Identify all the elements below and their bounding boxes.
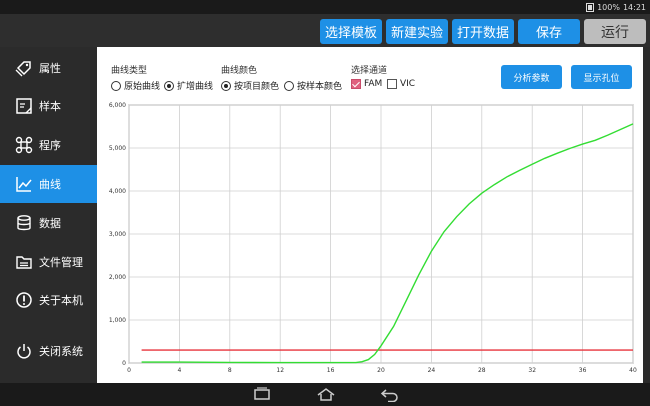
back-icon[interactable] bbox=[380, 387, 400, 402]
x-tick-label: 36 bbox=[579, 367, 587, 374]
fam-label: FAM bbox=[364, 79, 383, 89]
navigation-bar bbox=[0, 383, 650, 406]
color-by-item-label: 按项目颜色 bbox=[234, 82, 280, 92]
show-wells-button[interactable]: 显示孔位 bbox=[571, 65, 632, 89]
curve-type-title: 曲线类型 bbox=[111, 66, 148, 76]
checkbox-box bbox=[351, 79, 361, 89]
sidebar-item-data[interactable]: 数据 bbox=[0, 204, 97, 242]
x-tick-label: 8 bbox=[228, 367, 232, 374]
sample-icon bbox=[15, 97, 33, 115]
status-bar: 100% 14:21 bbox=[0, 0, 650, 14]
sidebar-item-label: 样本 bbox=[39, 100, 61, 113]
curve-color-title: 曲线颜色 bbox=[221, 66, 258, 76]
y-tick-label: 6,000 bbox=[109, 102, 126, 109]
program-icon bbox=[15, 136, 33, 154]
fam-checkbox[interactable]: FAM bbox=[351, 79, 382, 89]
x-tick-label: 12 bbox=[276, 367, 284, 374]
checkbox-box bbox=[387, 79, 397, 89]
vic-label: VIC bbox=[400, 79, 416, 89]
sidebar-item-about[interactable]: 关于本机 bbox=[0, 281, 97, 319]
clock: 14:21 bbox=[622, 2, 646, 12]
y-tick-label: 4,000 bbox=[109, 188, 126, 195]
analysis-params-button[interactable]: 分析参数 bbox=[501, 65, 562, 89]
open-data-button[interactable]: 打开数据 bbox=[452, 19, 514, 44]
battery-icon bbox=[586, 2, 595, 12]
color-by-item-radio[interactable]: 按项目颜色 bbox=[221, 79, 279, 92]
channel-title: 选择通道 bbox=[351, 66, 388, 76]
x-tick-label: 0 bbox=[127, 367, 131, 374]
sidebar-item-file-management[interactable]: 文件管理 bbox=[0, 243, 97, 281]
info-icon bbox=[15, 291, 33, 309]
sidebar: 属性 样本 程序 曲线 数据 文件管理 关于本机 关闭系统 bbox=[0, 47, 97, 383]
y-tick-label: 1,000 bbox=[109, 317, 126, 324]
battery-level: 100% bbox=[597, 2, 620, 12]
select-template-button[interactable]: 选择模板 bbox=[320, 19, 382, 44]
sidebar-item-samples[interactable]: 样本 bbox=[0, 87, 97, 125]
y-tick-label: 0 bbox=[122, 360, 126, 367]
curve-panel: 曲线类型 原始曲线 扩增曲线 曲线颜色 按项目颜色 按样本颜色 选择通道 FAM… bbox=[97, 47, 643, 383]
x-tick-label: 16 bbox=[327, 367, 335, 374]
sidebar-item-label: 文件管理 bbox=[39, 256, 83, 269]
sidebar-item-label: 程序 bbox=[39, 139, 61, 152]
radio-circle bbox=[221, 80, 231, 91]
top-toolbar: 选择模板 新建实验 打开数据 保存 运行 bbox=[0, 14, 650, 47]
raw-curve-label: 原始曲线 bbox=[124, 82, 161, 92]
home-icon[interactable] bbox=[316, 387, 336, 402]
amplified-curve-radio[interactable]: 扩增曲线 bbox=[164, 79, 213, 92]
radio-circle bbox=[164, 80, 174, 91]
sidebar-item-label: 属性 bbox=[39, 62, 61, 75]
x-tick-label: 28 bbox=[478, 367, 486, 374]
amplification-chart: 0 4 8 12 16 20 24 28 32 36 40 0 1,000 2,000 3,000 4,000… bbox=[109, 102, 637, 374]
y-tick-label: 3,000 bbox=[109, 231, 126, 238]
y-tick-label: 5,000 bbox=[109, 145, 126, 152]
sidebar-item-curve[interactable]: 曲线 bbox=[0, 165, 97, 203]
sidebar-item-properties[interactable]: 属性 bbox=[0, 49, 97, 87]
recent-apps-icon[interactable] bbox=[252, 387, 272, 402]
x-tick-label: 24 bbox=[428, 367, 436, 374]
x-tick-label: 40 bbox=[629, 367, 637, 374]
x-tick-label: 20 bbox=[377, 367, 385, 374]
vic-checkbox[interactable]: VIC bbox=[387, 79, 415, 89]
power-icon bbox=[15, 342, 33, 360]
curve-icon bbox=[15, 175, 33, 193]
tag-icon bbox=[15, 59, 33, 77]
sidebar-item-label: 曲线 bbox=[39, 178, 61, 191]
radio-circle bbox=[284, 80, 294, 91]
x-tick-label: 32 bbox=[528, 367, 536, 374]
folder-icon bbox=[15, 253, 33, 271]
y-tick-label: 2,000 bbox=[109, 274, 126, 281]
run-button[interactable]: 运行 bbox=[584, 19, 646, 44]
save-button[interactable]: 保存 bbox=[518, 19, 580, 44]
raw-curve-radio[interactable]: 原始曲线 bbox=[111, 79, 160, 92]
sidebar-item-label: 关于本机 bbox=[39, 294, 83, 307]
x-tick-label: 4 bbox=[177, 367, 181, 374]
sidebar-item-shutdown[interactable]: 关闭系统 bbox=[0, 332, 97, 370]
new-experiment-button[interactable]: 新建实验 bbox=[386, 19, 448, 44]
color-by-sample-label: 按样本颜色 bbox=[297, 82, 343, 92]
amplified-curve-label: 扩增曲线 bbox=[177, 82, 214, 92]
sidebar-item-label: 数据 bbox=[39, 217, 61, 230]
database-icon bbox=[15, 214, 33, 232]
sidebar-item-program[interactable]: 程序 bbox=[0, 126, 97, 164]
radio-circle bbox=[111, 80, 121, 91]
sidebar-item-label: 关闭系统 bbox=[39, 345, 83, 358]
color-by-sample-radio[interactable]: 按样本颜色 bbox=[284, 79, 342, 92]
